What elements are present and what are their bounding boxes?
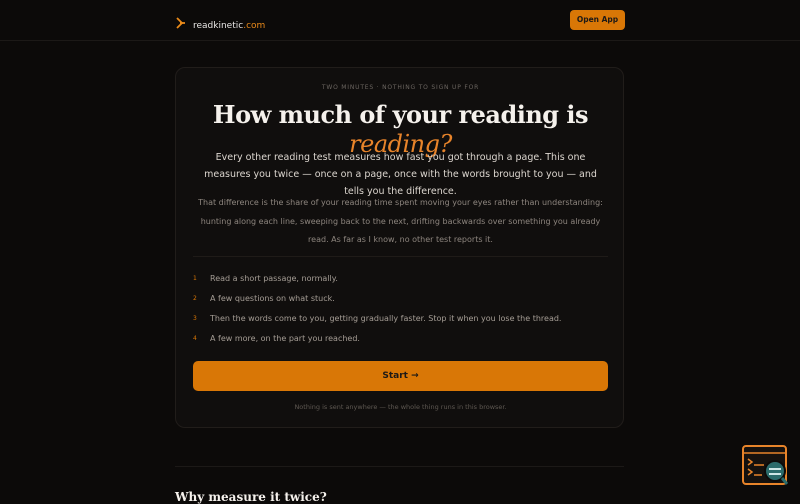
brand-wordmark: readkinetic.com [193, 13, 265, 32]
steps-list: 1 Read a short passage, normally. 2 A fe… [193, 268, 608, 348]
brand-name: readkinetic [193, 21, 244, 31]
step-text: A few questions on what stuck. [210, 293, 335, 303]
open-app-button[interactable]: Open App [570, 10, 625, 30]
card-divider [193, 256, 608, 257]
top-navigation-bar: readkinetic.com Open App [0, 0, 800, 41]
step-item: 2 A few questions on what stuck. [193, 288, 608, 308]
brand-logo-link[interactable]: readkinetic.com [176, 13, 265, 32]
step-number: 4 [193, 334, 197, 342]
step-item: 3 Then the words come to you, getting gr… [193, 308, 608, 328]
floating-helper-widget[interactable] [742, 445, 789, 487]
section-divider [175, 466, 624, 467]
step-text: Read a short passage, normally. [210, 273, 338, 283]
start-button[interactable]: Start → [193, 361, 608, 391]
step-item: 1 Read a short passage, normally. [193, 268, 608, 288]
step-text: A few more, on the part you reached. [210, 333, 360, 343]
step-number: 2 [193, 294, 197, 302]
brand-tld: .com [243, 21, 266, 31]
step-number: 3 [193, 314, 197, 322]
secondary-paragraph: That difference is the share of your rea… [198, 198, 603, 244]
privacy-footnote: Nothing is sent anywhere — the whole thi… [294, 403, 507, 411]
step-item: 4 A few more, on the part you reached. [193, 328, 608, 348]
eyebrow-text: TWO MINUTES · NOTHING TO SIGN UP FOR [321, 84, 480, 91]
headline-main: How much of your reading is [212, 100, 589, 129]
terminal-search-icon [742, 445, 789, 485]
step-number: 1 [193, 274, 197, 282]
intro-card: TWO MINUTES · NOTHING TO SIGN UP FOR How… [175, 67, 624, 428]
lead-paragraph: Every other reading test measures how fa… [204, 152, 597, 197]
brand-arrow-icon [176, 16, 185, 29]
section-heading: Why measure it twice? [175, 490, 327, 504]
step-text: Then the words come to you, getting grad… [210, 313, 562, 323]
